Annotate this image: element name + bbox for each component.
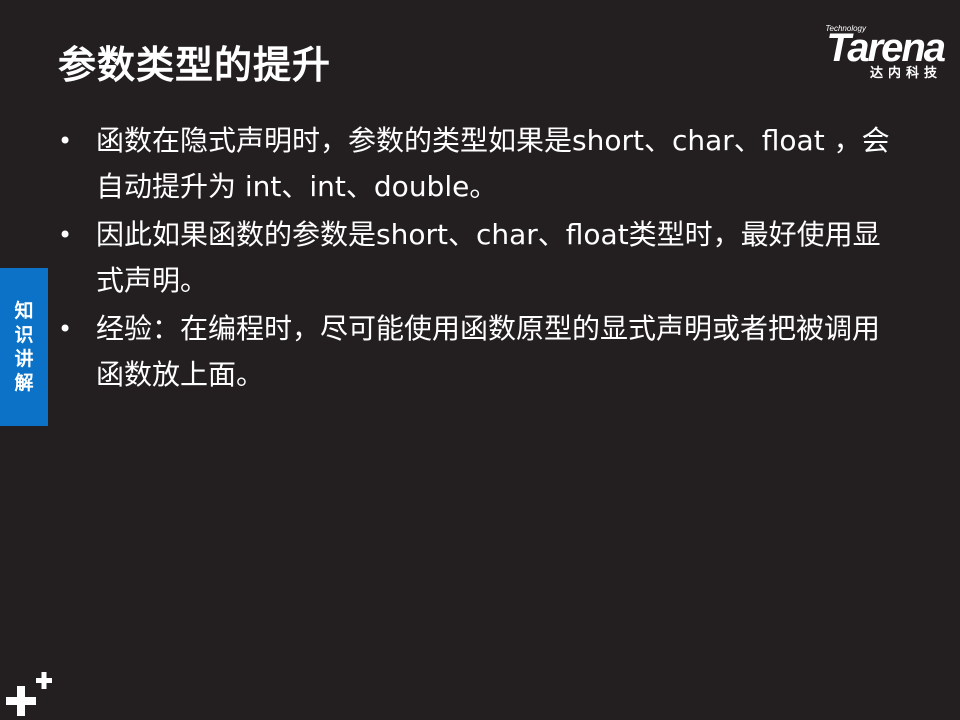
tarena-logo: Technology Tarena 达内科技 [774,22,946,86]
logo-chinese-name: 达内科技 [869,66,942,81]
bullet-marker: • [58,315,73,343]
bullet-text: 函数在隐式声明时，参数的类型如果是short、char、float ，会自动提升… [96,124,890,203]
bullet-item: • 因此如果函数的参数是short、char、float类型时，最好使用显式声明… [58,212,908,304]
bullet-list: • 函数在隐式声明时，参数的类型如果是short、char、float ，会自动… [58,118,908,400]
bullet-text: 经验：在编程时，尽可能使用函数原型的显式声明或者把被调用函数放上面。 [96,312,881,391]
side-tab-knowledge: 知 识 讲 解 [0,268,48,426]
bullet-marker: • [58,221,73,249]
logo-wordmark: Tarena [826,26,946,70]
plus-decoration-icon [6,672,52,716]
bullet-text: 因此如果函数的参数是short、char、float类型时，最好使用显式声明。 [96,218,881,297]
side-tab-char: 识 [14,324,34,346]
slide: 参数类型的提升 Technology Tarena 达内科技 知 识 讲 解 •… [0,0,960,720]
bullet-marker: • [58,127,73,155]
bullet-item: • 函数在隐式声明时，参数的类型如果是short、char、float ，会自动… [58,118,908,210]
slide-title: 参数类型的提升 [58,43,332,87]
side-tab-char: 讲 [14,348,34,370]
bullet-item: • 经验：在编程时，尽可能使用函数原型的显式声明或者把被调用函数放上面。 [58,306,908,398]
side-tab-char: 解 [14,372,34,394]
side-tab-char: 知 [14,300,34,322]
